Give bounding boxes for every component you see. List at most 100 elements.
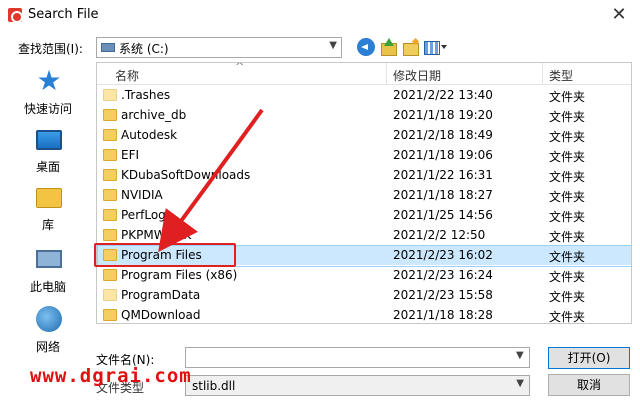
file-row[interactable]: Autodesk 2021/2/18 18:49 文件夹: [97, 125, 631, 145]
file-date: 2021/2/18 18:49: [393, 128, 493, 142]
folder-icon: [103, 129, 117, 141]
file-date: 2021/2/2 12:50: [393, 228, 486, 242]
file-row[interactable]: archive_db 2021/1/18 19:20 文件夹: [97, 105, 631, 125]
file-type-value: stlib.dll: [192, 379, 236, 393]
this-pc-icon: [36, 250, 62, 268]
title-bar: Search File ✕: [0, 0, 640, 30]
place-label: 库: [41, 218, 54, 232]
file-name: Program Files (x86): [121, 268, 238, 282]
file-name: ProgramData: [121, 288, 201, 302]
places-bar: ★ 快速访问 桌面 库 此电脑 网络: [14, 64, 82, 364]
folder-icon: [103, 109, 117, 121]
folder-icon: [103, 89, 117, 101]
file-name: EFI: [121, 148, 140, 162]
cancel-button[interactable]: 取消: [548, 374, 630, 396]
folder-icon: [103, 209, 117, 221]
file-row[interactable]: KDubaSoftDownloads 2021/1/22 16:31 文件夹: [97, 165, 631, 185]
file-type: 文件夹: [549, 190, 586, 204]
file-type: 文件夹: [549, 290, 586, 304]
file-type: 文件夹: [549, 230, 586, 244]
column-date-header[interactable]: 修改日期: [393, 67, 441, 84]
highlight-box: [94, 243, 236, 267]
column-header: 名称 ^ 修改日期 类型: [97, 62, 631, 85]
file-name: NVIDIA: [121, 188, 163, 202]
folder-icon: [103, 169, 117, 181]
file-row[interactable]: Program Files (x86) 2021/2/23 16:24 文件夹: [97, 265, 631, 285]
chevron-down-icon[interactable]: ▼: [516, 350, 524, 361]
chevron-down-icon[interactable]: ▼: [516, 378, 524, 389]
view-menu-icon[interactable]: [424, 38, 448, 56]
file-type-dropdown[interactable]: stlib.dll ▼: [185, 375, 530, 396]
place-label: 桌面: [35, 160, 60, 174]
file-date: 2021/1/18 19:20: [393, 108, 493, 122]
file-date: 2021/2/22 13:40: [393, 88, 493, 102]
file-list[interactable]: 名称 ^ 修改日期 类型 .Trashes 2021/2/22 13:40 文件夹 a…: [96, 62, 632, 324]
file-type: 文件夹: [549, 130, 586, 144]
place-library[interactable]: 库: [14, 180, 82, 236]
folder-icon: [103, 229, 117, 241]
file-type: 文件夹: [549, 90, 586, 104]
file-name: QMDownload: [121, 308, 201, 322]
file-name-input[interactable]: [185, 347, 530, 368]
file-date: 2021/1/18 18:28: [393, 308, 493, 322]
file-row[interactable]: PKPMWORK 2021/2/2 12:50 文件夹: [97, 225, 631, 245]
sort-up-icon: ^: [235, 62, 245, 73]
up-folder-icon[interactable]: [380, 38, 398, 56]
back-icon[interactable]: [357, 38, 375, 56]
close-button[interactable]: ✕: [608, 4, 630, 26]
place-label: 快速访问: [23, 102, 72, 116]
file-row[interactable]: ProgramData 2021/2/23 15:58 文件夹: [97, 285, 631, 305]
file-date: 2021/1/25 14:56: [393, 208, 493, 222]
place-desktop[interactable]: 桌面: [14, 122, 82, 178]
look-in-label: 查找范围(I):: [18, 42, 83, 56]
file-name: KDubaSoftDownloads: [121, 168, 251, 182]
file-date: 2021/2/23 16:02: [393, 248, 493, 262]
file-type: 文件夹: [549, 250, 586, 264]
file-date: 2021/1/18 18:27: [393, 188, 493, 202]
file-row[interactable]: PerfLogs 2021/1/25 14:56 文件夹: [97, 205, 631, 225]
drive-icon: [101, 43, 115, 52]
folder-icon: [103, 149, 117, 161]
file-type: 文件夹: [549, 210, 586, 224]
folder-icon: [103, 189, 117, 201]
place-label: 网络: [35, 340, 60, 354]
file-type: 文件夹: [549, 150, 586, 164]
file-row[interactable]: QMDownload 2021/1/18 18:28 文件夹: [97, 305, 631, 324]
window-title: Search File: [28, 7, 99, 22]
file-row[interactable]: .Trashes 2021/2/22 13:40 文件夹: [97, 85, 631, 105]
file-type: 文件夹: [549, 110, 586, 124]
library-icon: [36, 188, 62, 208]
file-name: PerfLogs: [121, 208, 173, 222]
new-folder-icon[interactable]: [402, 38, 420, 56]
folder-icon: [103, 269, 117, 281]
watermark: www.dgrai.com: [30, 365, 192, 387]
file-name: .Trashes: [121, 88, 171, 102]
file-name: archive_db: [121, 108, 187, 122]
place-label: 此电脑: [29, 280, 66, 294]
place-network[interactable]: 网络: [14, 302, 82, 358]
column-name-header[interactable]: 名称: [115, 67, 139, 84]
file-date: 2021/1/18 19:06: [393, 148, 493, 162]
open-button[interactable]: 打开(O): [548, 347, 630, 369]
file-type: 文件夹: [549, 170, 586, 184]
folder-icon: [103, 289, 117, 301]
file-row[interactable]: NVIDIA 2021/1/18 18:27 文件夹: [97, 185, 631, 205]
quick-access-icon: ★: [36, 64, 62, 97]
column-divider[interactable]: [386, 63, 387, 85]
file-row[interactable]: EFI 2021/1/18 19:06 文件夹: [97, 145, 631, 165]
file-type: 文件夹: [549, 310, 586, 324]
file-date: 2021/2/23 15:58: [393, 288, 493, 302]
chevron-down-icon[interactable]: ▼: [329, 40, 337, 51]
file-name: Autodesk: [121, 128, 178, 142]
file-name: PKPMWORK: [121, 228, 192, 242]
column-divider[interactable]: [542, 63, 543, 85]
network-icon: [36, 306, 62, 332]
column-type-header[interactable]: 类型: [549, 67, 573, 84]
place-this-pc[interactable]: 此电脑: [14, 242, 82, 298]
app-icon: [8, 8, 23, 23]
file-date: 2021/1/22 16:31: [393, 168, 493, 182]
place-quick-access[interactable]: ★ 快速访问: [14, 64, 82, 120]
look-in-value: 系统 (C:): [119, 42, 169, 56]
look-in-dropdown[interactable]: 系统 (C:) ▼: [96, 37, 342, 58]
file-rows: .Trashes 2021/2/22 13:40 文件夹 archive_db 2021…: [97, 85, 631, 324]
